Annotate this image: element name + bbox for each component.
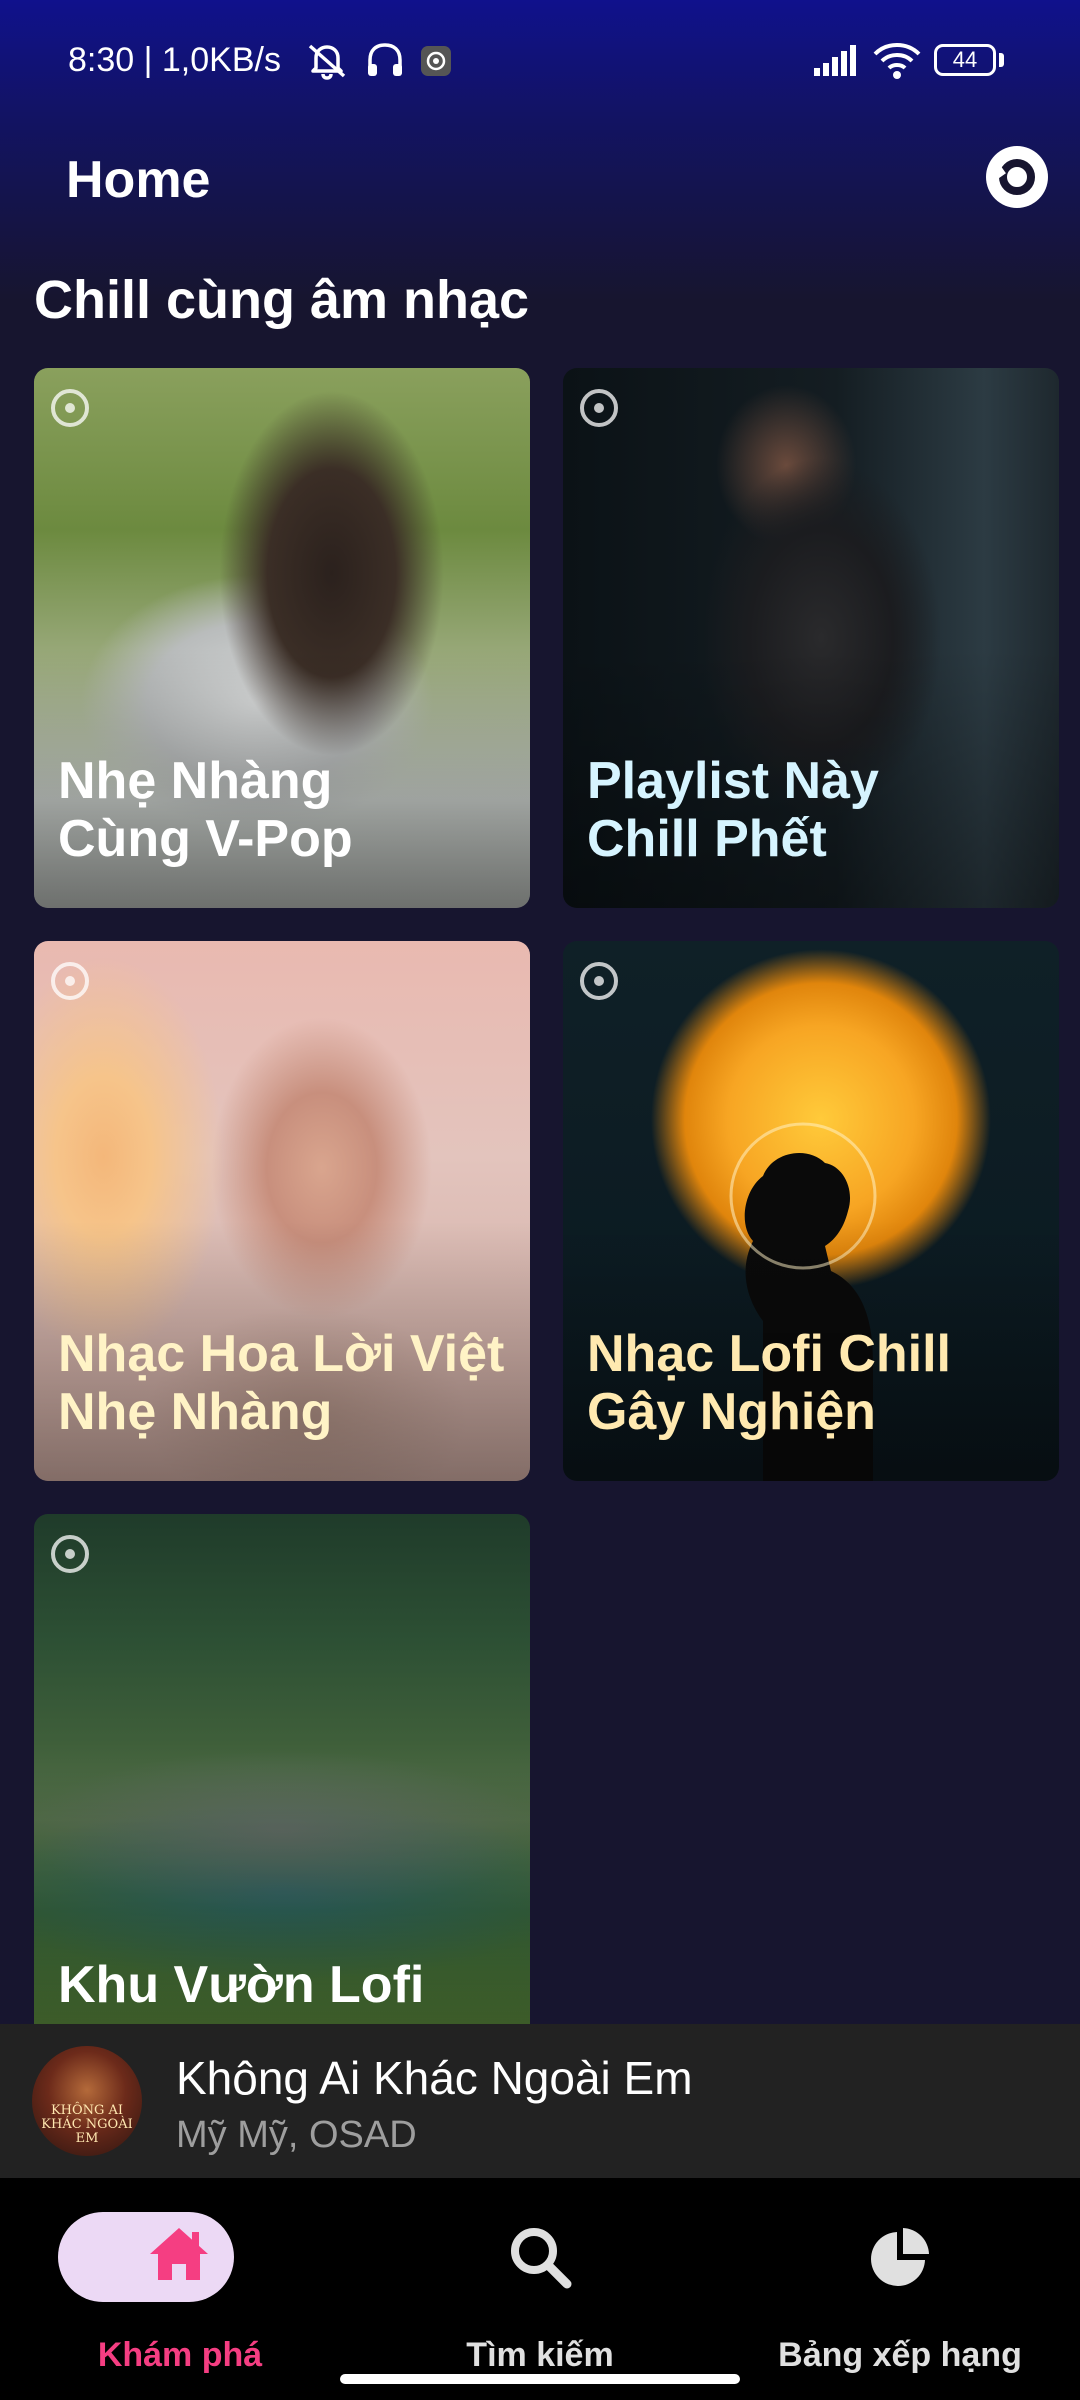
- bottom-navigation: Khám phá Tìm kiếm Bảng xếp hạng: [0, 2178, 1080, 2400]
- playlist-card[interactable]: Nhạc Lofi Chill Gây Nghiện: [563, 941, 1059, 1481]
- section-title: Chill cùng âm nhạc: [34, 270, 530, 330]
- page-title: Home: [66, 151, 211, 209]
- home-icon: [150, 2228, 208, 2280]
- playlist-card[interactable]: Nhạc Hoa Lời Việt Nhẹ Nhàng: [34, 941, 530, 1481]
- home-indicator[interactable]: [340, 2374, 740, 2384]
- nav-label: Tìm kiếm: [466, 2336, 614, 2374]
- headphones-icon: [368, 43, 402, 76]
- disc-icon: [580, 962, 618, 1000]
- playlist-title: Nhạc Lofi Chill Gây Nghiện: [587, 1325, 951, 1441]
- disc-icon: [51, 1535, 89, 1573]
- nav-label: Khám phá: [97, 2336, 263, 2374]
- battery-level: 44: [952, 47, 978, 72]
- cover-text: KHÔNG AI KHÁC NGOÀI EM: [41, 2103, 133, 2146]
- now-playing-cover: KHÔNG AI KHÁC NGOÀI EM: [32, 2046, 142, 2156]
- disc-icon: [580, 389, 618, 427]
- battery-cap: [999, 53, 1004, 67]
- disc-button[interactable]: [986, 146, 1048, 208]
- mini-player[interactable]: KHÔNG AI KHÁC NGOÀI EM Không Ai Khác Ngo…: [0, 2024, 1080, 2178]
- playlist-title: Playlist Này Chill Phết: [587, 752, 879, 868]
- signal-icon: [814, 45, 856, 76]
- nav-item-explore[interactable]: Khám phá: [0, 2178, 360, 2400]
- search-icon: [511, 2228, 572, 2289]
- status-time: 8:30 | 1,0KB/s: [68, 41, 281, 79]
- now-playing-artist: Mỹ Mỹ, OSAD: [176, 2114, 417, 2156]
- nav-item-charts[interactable]: Bảng xếp hạng: [720, 2178, 1080, 2400]
- nav-label: Bảng xếp hạng: [778, 2336, 1022, 2374]
- status-bar: 8:30 | 1,0KB/s 44: [0, 0, 1080, 120]
- disc-icon: [999, 159, 1035, 195]
- nav-item-search[interactable]: Tìm kiếm: [360, 2178, 720, 2400]
- playlist-card[interactable]: Playlist Này Chill Phết: [563, 368, 1059, 908]
- app-notification-icon: [421, 46, 451, 76]
- now-playing-title: Không Ai Khác Ngoài Em: [176, 2052, 693, 2104]
- battery-icon: 44: [934, 44, 996, 76]
- mute-notification-icon: [308, 44, 346, 80]
- playlist-card[interactable]: Nhẹ Nhàng Cùng V-Pop: [34, 368, 530, 908]
- disc-icon: [51, 389, 89, 427]
- wifi-icon: [873, 43, 921, 79]
- playlist-title: Nhẹ Nhàng Cùng V-Pop: [58, 752, 353, 868]
- pie-chart-icon: [871, 2228, 929, 2286]
- disc-icon: [51, 962, 89, 1000]
- playlist-card[interactable]: Khu Vườn Lofi: [34, 1514, 530, 2024]
- playlist-title: Nhạc Hoa Lời Việt Nhẹ Nhàng: [58, 1325, 505, 1441]
- playlist-title: Khu Vườn Lofi: [58, 1956, 425, 2014]
